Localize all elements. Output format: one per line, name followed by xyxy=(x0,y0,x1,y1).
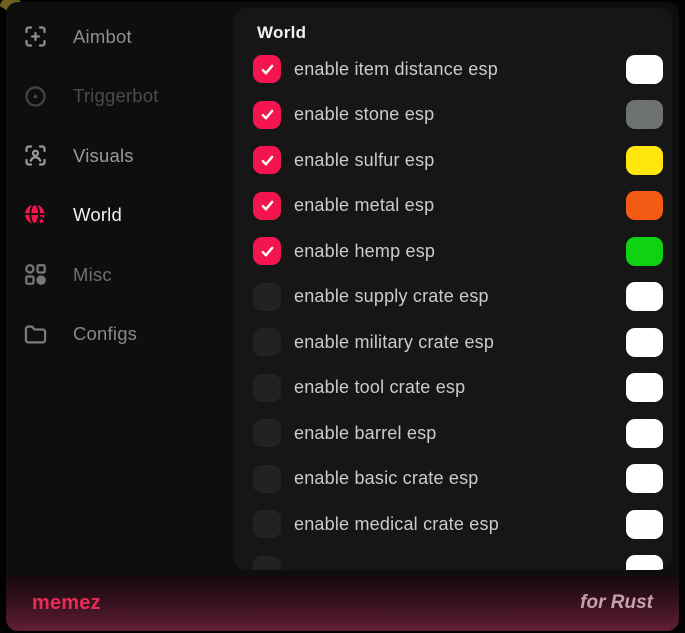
check-icon xyxy=(259,152,276,169)
esp-option-row: enable sulfur esp xyxy=(253,146,664,174)
esp-option-label: enable item distance esp xyxy=(294,59,626,80)
check-icon xyxy=(259,61,276,78)
esp-option-row: enable tool crate esp xyxy=(253,374,664,402)
sidebar-item-visuals[interactable]: Visuals xyxy=(6,126,233,186)
sidebar-item-world[interactable]: World xyxy=(6,186,233,246)
esp-color-swatch[interactable] xyxy=(626,55,663,84)
sidebar-item-label: World xyxy=(73,204,122,226)
esp-option-label: enable basic crate esp xyxy=(294,468,626,489)
aimbot-crosshair-icon xyxy=(22,23,49,50)
esp-option-label: enable stone esp xyxy=(294,104,626,125)
esp-checkbox[interactable] xyxy=(253,237,281,265)
esp-option-row: enable metal esp xyxy=(253,192,664,220)
sidebar-item-label: Triggerbot xyxy=(73,85,159,107)
tagline-label: for Rust xyxy=(580,592,653,614)
check-icon xyxy=(259,243,276,260)
misc-category-icon xyxy=(22,261,49,288)
sidebar: Aimbot Triggerbot Visuals World Misc Configs xyxy=(6,2,233,573)
cheat-menu-screen: AimbotTriggerbotVisualsWorldMiscConfigs … xyxy=(0,0,685,633)
triggerbot-target-icon xyxy=(22,83,49,110)
esp-checkbox[interactable] xyxy=(253,192,281,220)
sidebar-item-label: Misc xyxy=(73,264,112,286)
esp-option-label: enable medical crate esp xyxy=(294,514,626,535)
esp-option-row: enable barrel esp xyxy=(253,419,664,447)
footer-bar: memez for Rust xyxy=(6,575,679,631)
esp-color-swatch[interactable] xyxy=(626,100,663,129)
sidebar-item-label: Configs xyxy=(73,323,137,345)
sidebar-item-label: Aimbot xyxy=(73,26,132,48)
esp-option-row: enable supply crate esp xyxy=(253,283,664,311)
esp-option-row: enable hemp esp xyxy=(253,237,664,265)
esp-checkbox[interactable] xyxy=(253,146,281,174)
esp-color-swatch[interactable] xyxy=(626,419,663,448)
configs-folder-icon xyxy=(22,321,49,348)
esp-checkbox[interactable] xyxy=(253,374,281,402)
esp-color-swatch[interactable] xyxy=(626,237,663,266)
esp-option-row xyxy=(253,556,664,571)
check-icon xyxy=(259,197,276,214)
esp-option-label: enable supply crate esp xyxy=(294,286,626,307)
esp-options-list: enable item distance esp enable stone esp… xyxy=(253,55,664,570)
esp-color-swatch[interactable] xyxy=(626,464,663,493)
esp-option-label: enable sulfur esp xyxy=(294,150,626,171)
esp-color-swatch[interactable] xyxy=(626,146,663,175)
visuals-scan-icon xyxy=(22,142,49,169)
world-globe-icon xyxy=(22,202,49,229)
esp-option-label: enable military crate esp xyxy=(294,332,626,353)
esp-color-swatch[interactable] xyxy=(626,282,663,311)
esp-checkbox[interactable] xyxy=(253,328,281,356)
esp-checkbox[interactable] xyxy=(253,283,281,311)
esp-checkbox[interactable] xyxy=(253,510,281,538)
esp-option-row: enable medical crate esp xyxy=(253,510,664,538)
world-panel: World enable item distance esp enable sto… xyxy=(233,8,672,570)
esp-checkbox[interactable] xyxy=(253,55,281,83)
esp-option-row: enable stone esp xyxy=(253,101,664,129)
esp-option-label: enable barrel esp xyxy=(294,423,626,444)
esp-checkbox[interactable] xyxy=(253,556,281,571)
esp-option-label: enable metal esp xyxy=(294,195,626,216)
esp-color-swatch[interactable] xyxy=(626,373,663,402)
esp-checkbox[interactable] xyxy=(253,465,281,493)
sidebar-item-aimbot[interactable]: Aimbot xyxy=(6,7,233,67)
brand-label: memez xyxy=(32,592,101,615)
esp-color-swatch[interactable] xyxy=(626,328,663,357)
esp-color-swatch[interactable] xyxy=(626,191,663,220)
sidebar-item-misc[interactable]: Misc xyxy=(6,245,233,305)
esp-option-label: enable tool crate esp xyxy=(294,377,626,398)
esp-option-row: enable item distance esp xyxy=(253,55,664,83)
panel-title: World xyxy=(257,23,664,43)
sidebar-item-label: Visuals xyxy=(73,145,134,167)
esp-option-row: enable military crate esp xyxy=(253,328,664,356)
check-icon xyxy=(259,106,276,123)
esp-option-row: enable basic crate esp xyxy=(253,465,664,493)
sidebar-item-configs[interactable]: Configs xyxy=(6,305,233,365)
cheat-menu-window: AimbotTriggerbotVisualsWorldMiscConfigs … xyxy=(6,2,679,631)
esp-checkbox[interactable] xyxy=(253,101,281,129)
sidebar-item-triggerbot[interactable]: Triggerbot xyxy=(6,67,233,127)
esp-color-swatch[interactable] xyxy=(626,510,663,539)
esp-option-label: enable hemp esp xyxy=(294,241,626,262)
esp-color-swatch[interactable] xyxy=(626,555,663,570)
esp-checkbox[interactable] xyxy=(253,419,281,447)
